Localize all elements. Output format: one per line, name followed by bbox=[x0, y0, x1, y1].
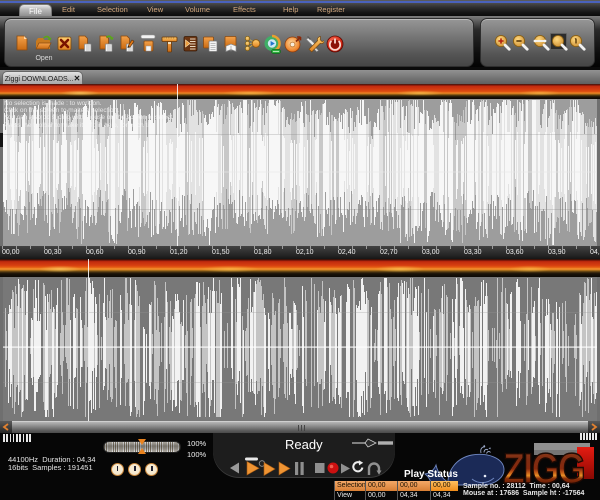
svg-text:ZIGG: ZIGG bbox=[503, 450, 584, 487]
